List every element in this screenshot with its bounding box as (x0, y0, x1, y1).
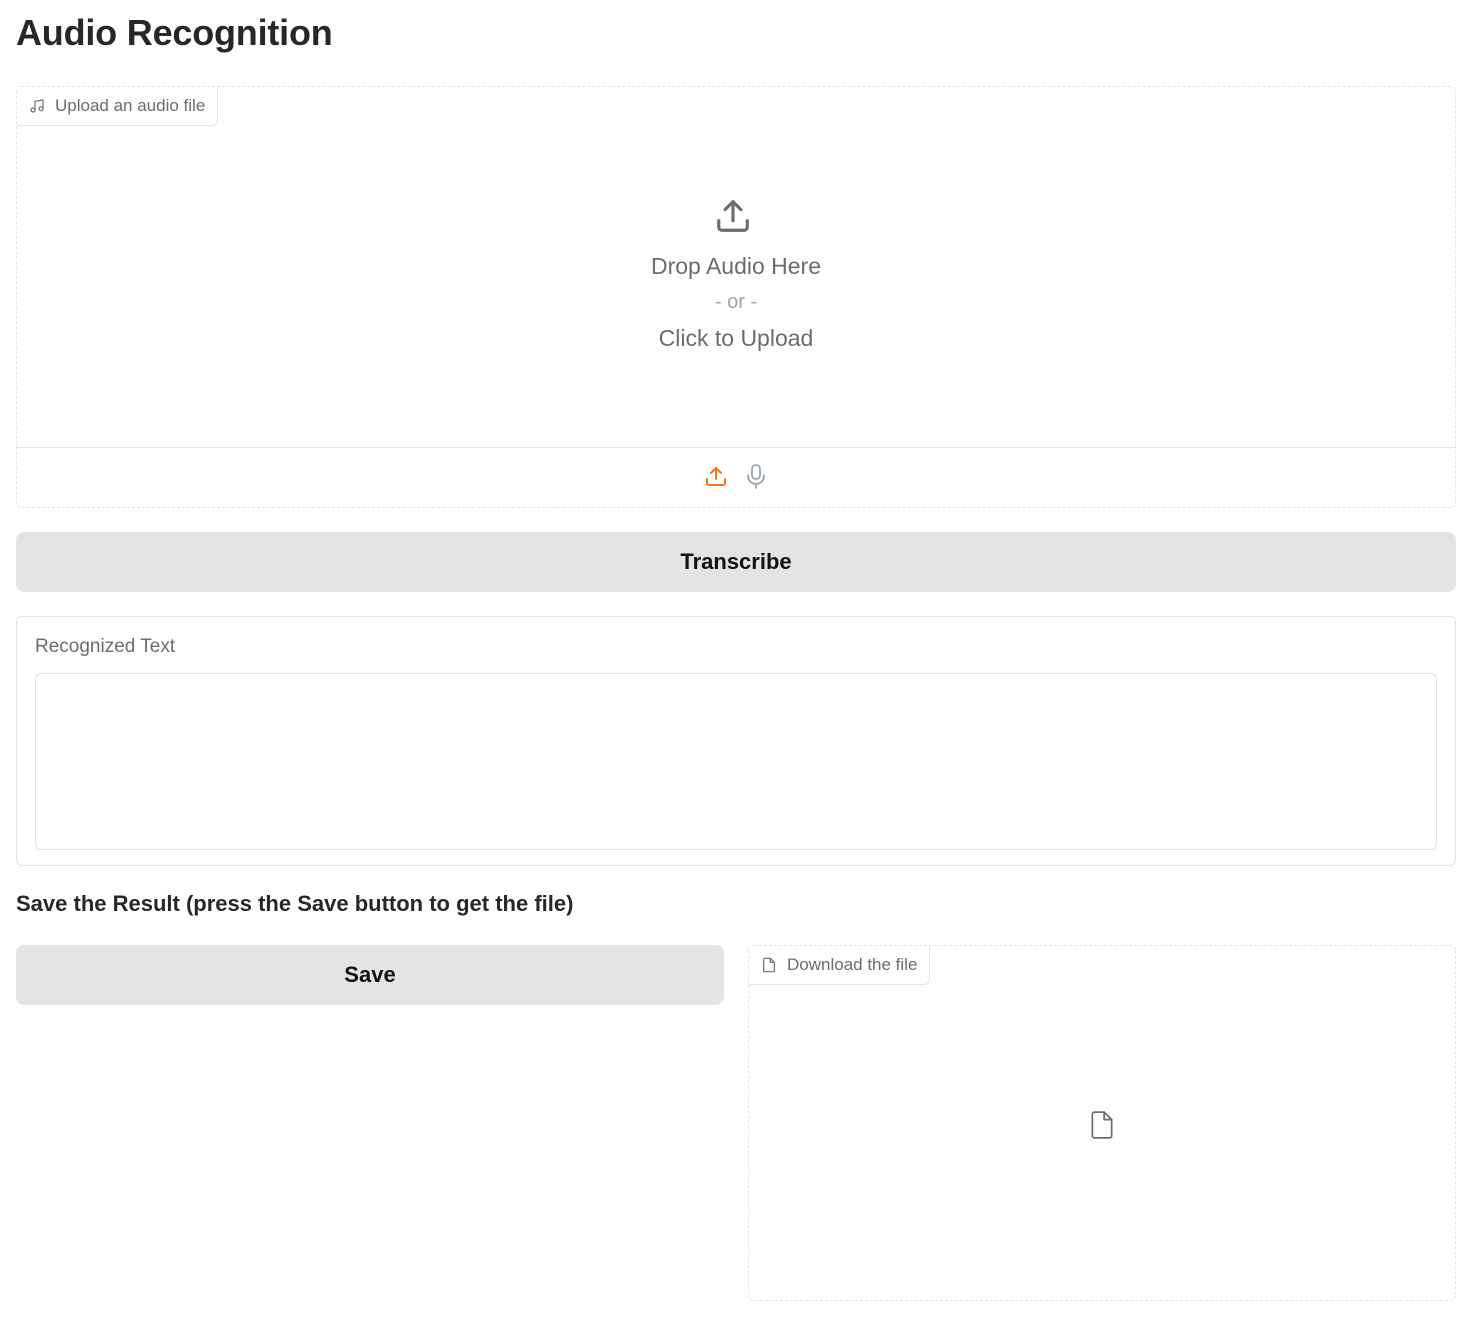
microphone-source-button[interactable] (742, 463, 770, 494)
page: Audio Recognition Drop Audio Here - or -… (0, 0, 1474, 1333)
recognized-text-label: Recognized Text (35, 636, 176, 657)
microphone-icon (744, 463, 768, 494)
upload-icon (714, 197, 752, 240)
or-separator: - or - (714, 291, 758, 313)
transcribe-button[interactable]: Transcribe (16, 532, 1456, 592)
recognized-text-output[interactable] (35, 673, 1437, 850)
music-icon (29, 98, 45, 114)
save-button[interactable]: Save (16, 945, 724, 1005)
audio-input-label: Upload an audio file (17, 87, 219, 126)
save-section-heading: Save the Result (press the Save button t… (16, 891, 574, 916)
audio-upload-block: Drop Audio Here - or - Click to Upload U… (16, 86, 1456, 508)
download-file-label-text: Download the file (787, 955, 918, 974)
upload-icon (704, 464, 728, 493)
download-file-block: Download the file (748, 945, 1456, 1301)
file-icon (761, 957, 777, 973)
page-title: Audio Recognition (16, 12, 333, 53)
audio-drop-zone[interactable]: Drop Audio Here - or - Click to Upload (17, 87, 1455, 447)
recognized-text-block: Recognized Text (16, 616, 1456, 866)
drop-audio-text: Drop Audio Here (650, 253, 822, 279)
download-file-label: Download the file (749, 946, 931, 985)
audio-source-selector (17, 447, 1455, 508)
file-icon (1089, 1110, 1115, 1145)
click-to-upload-text: Click to Upload (658, 325, 814, 351)
upload-source-button[interactable] (702, 464, 730, 492)
audio-input-label-text: Upload an audio file (55, 96, 206, 115)
